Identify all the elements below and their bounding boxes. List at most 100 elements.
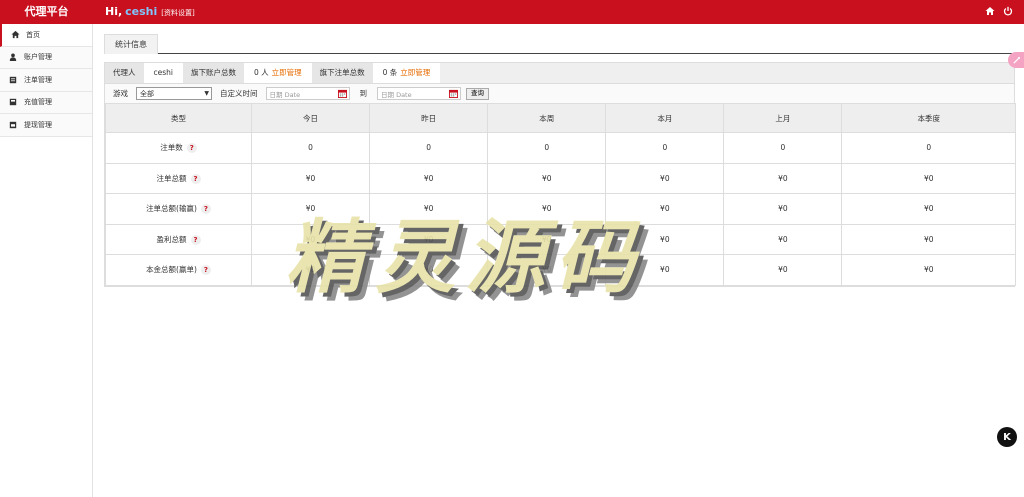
row-label: 注单总额 — [156, 173, 187, 183]
game-label: 游戏 — [113, 89, 128, 98]
custom-time-label: 自定义时间 — [220, 89, 258, 98]
greeting-text: Hi, — [105, 5, 123, 18]
row-label-cell: 注单总额(输赢)? — [105, 193, 252, 225]
wallet-icon — [6, 121, 20, 129]
help-icon[interactable]: ? — [190, 173, 201, 184]
floating-tool-button[interactable] — [1008, 52, 1024, 68]
table-cell: ¥0 — [841, 223, 1016, 255]
table-cell: ¥0 — [723, 223, 843, 255]
main-content: 统计信息 代理人 ceshi 旗下账户总数 0 人立即管理 旗下注单总数 0 条… — [104, 30, 1016, 287]
sidebar-item-label: 注单管理 — [24, 75, 52, 84]
col-header: 上月 — [723, 103, 843, 133]
to-label: 到 — [359, 89, 368, 98]
table-cell: ¥0 — [841, 162, 1016, 194]
table-row: 本金总额(赢单)? ¥0 ¥0 ¥0 ¥0 ¥0 ¥0 — [105, 254, 1016, 286]
tab-bar: 统计信息 — [104, 30, 1015, 54]
row-label: 本金总额(赢单) — [146, 265, 197, 275]
top-header: 代理平台 Hi, ceshi [资料设置] — [0, 0, 1024, 24]
table-cell: ¥0 — [841, 254, 1016, 286]
row-label: 盈利总额 — [156, 234, 187, 244]
table-cell: ¥0 — [841, 193, 1016, 225]
date-from-placeholder: 日期 Date — [269, 90, 301, 99]
table-row: 盈利总额? ¥0 ¥0 ¥0 ¥0 ¥0 ¥0 — [105, 223, 1016, 255]
table-cell: ¥0 — [487, 254, 607, 286]
table-cell: ¥0 — [723, 162, 843, 194]
date-to-input[interactable]: 日期 Date — [377, 87, 461, 100]
bets-count: 0 条立即管理 — [372, 63, 441, 83]
sidebar: 首页 账户管理 注单管理 充值管理 提现管理 — [0, 24, 93, 497]
sidebar-item-recharge[interactable]: 充值管理 — [0, 91, 92, 114]
table-cell: ¥0 — [605, 162, 725, 194]
sidebar-item-bets[interactable]: 注单管理 — [0, 69, 92, 92]
help-icon[interactable]: ? — [200, 265, 211, 276]
agent-label: 代理人 — [105, 63, 144, 83]
table-cell: ¥0 — [487, 193, 607, 225]
help-icon[interactable]: ? — [186, 143, 197, 154]
help-icon[interactable]: ? — [200, 204, 211, 215]
stats-panel: 代理人 ceshi 旗下账户总数 0 人立即管理 旗下注单总数 0 条立即管理 … — [104, 62, 1016, 287]
col-header: 本季度 — [841, 103, 1016, 133]
home-icon[interactable] — [984, 5, 996, 17]
row-label-cell: 注单总额? — [105, 162, 252, 194]
accounts-count: 0 人立即管理 — [243, 63, 312, 83]
sidebar-item-label: 账户管理 — [24, 53, 52, 62]
bets-label: 旗下注单总数 — [311, 63, 373, 83]
table-cell: ¥0 — [369, 223, 489, 255]
table-cell: 0 — [605, 132, 725, 164]
table-cell: 0 — [369, 132, 489, 164]
table-cell: ¥0 — [250, 254, 371, 286]
stats-table: 类型 今日 昨日 本周 本月 上月 本季度 注单数? 0 0 0 0 0 0 注… — [105, 103, 1016, 286]
magic-wand-icon — [1012, 56, 1020, 64]
user-icon — [6, 53, 20, 62]
col-header: 今日 — [250, 103, 371, 133]
calendar-icon[interactable] — [449, 89, 458, 98]
table-row: 注单数? 0 0 0 0 0 0 — [105, 132, 1016, 164]
power-icon[interactable] — [1002, 5, 1014, 17]
query-button[interactable]: 查询 — [466, 87, 489, 100]
col-header: 类型 — [105, 103, 252, 133]
table-cell: ¥0 — [723, 254, 843, 286]
accounts-label: 旗下账户总数 — [182, 63, 244, 83]
table-cell: ¥0 — [605, 223, 725, 255]
table-cell: ¥0 — [487, 162, 607, 194]
summary-row: 代理人 ceshi 旗下账户总数 0 人立即管理 旗下注单总数 0 条立即管理 — [105, 63, 1014, 83]
game-select-value: 全部 — [140, 89, 154, 98]
row-label-cell: 注单数? — [105, 132, 252, 164]
row-label: 注单数 — [160, 143, 183, 153]
card-icon — [6, 98, 20, 106]
profile-settings-link[interactable]: [资料设置] — [161, 9, 194, 17]
table-row: 注单总额(输赢)? ¥0 ¥0 ¥0 ¥0 ¥0 ¥0 — [105, 193, 1016, 225]
table-header-row: 类型 今日 昨日 本周 本月 上月 本季度 — [105, 103, 1016, 133]
home-icon — [8, 30, 22, 39]
sidebar-item-withdraw[interactable]: 提现管理 — [0, 114, 92, 137]
calendar-icon[interactable] — [337, 89, 347, 98]
agent-value: ceshi — [143, 63, 183, 83]
tab-statistics[interactable]: 统计信息 — [104, 34, 158, 54]
table-cell: ¥0 — [605, 193, 725, 225]
manage-accounts-link[interactable]: 立即管理 — [272, 68, 302, 77]
chevron-down-icon: ▼ — [204, 90, 209, 97]
table-cell: ¥0 — [487, 223, 607, 255]
bets-value: 0 条 — [382, 68, 398, 77]
col-header: 本月 — [605, 103, 725, 133]
ticket-icon — [6, 76, 20, 84]
col-header: 昨日 — [369, 103, 489, 133]
accounts-value: 0 人 — [253, 68, 269, 77]
sidebar-item-label: 首页 — [26, 30, 40, 39]
table-cell: ¥0 — [250, 193, 371, 225]
date-from-input[interactable]: 日期 Date — [265, 87, 350, 100]
help-icon[interactable]: ? — [190, 234, 201, 245]
col-header: 本周 — [487, 103, 607, 133]
table-cell: 0 — [841, 132, 1016, 164]
floating-k-button[interactable]: K — [997, 427, 1017, 447]
sidebar-item-home[interactable]: 首页 — [0, 24, 92, 47]
row-label-cell: 本金总额(赢单)? — [105, 254, 252, 286]
game-select[interactable]: 全部 ▼ — [136, 87, 212, 100]
sidebar-item-accounts[interactable]: 账户管理 — [0, 46, 92, 69]
brand-title: 代理平台 — [24, 5, 69, 18]
date-to-placeholder: 日期 Date — [381, 90, 412, 99]
table-cell: ¥0 — [250, 162, 371, 194]
greeting: Hi, ceshi [资料设置] — [105, 0, 195, 24]
manage-bets-link[interactable]: 立即管理 — [400, 68, 430, 77]
table-cell: 0 — [723, 132, 843, 164]
